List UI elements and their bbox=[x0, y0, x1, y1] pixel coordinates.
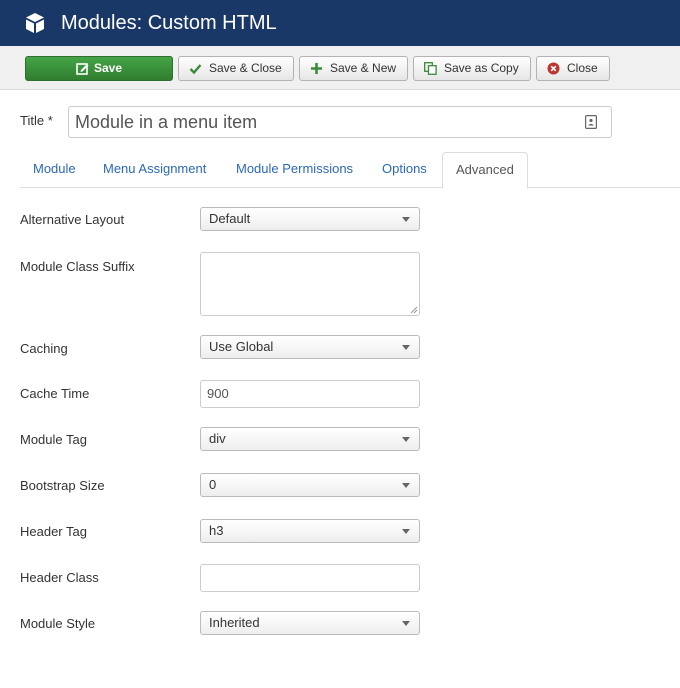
cache-time-label: Cache Time bbox=[20, 386, 90, 401]
title-input[interactable]: Module in a menu item bbox=[68, 106, 612, 138]
close-circle-icon bbox=[547, 62, 560, 75]
chevron-down-icon bbox=[402, 529, 410, 534]
tab-module-permissions[interactable]: Module Permissions bbox=[223, 152, 366, 188]
cube-icon bbox=[26, 13, 44, 33]
title-input-value: Module in a menu item bbox=[75, 112, 258, 132]
save-copy-button[interactable]: Save as Copy bbox=[413, 56, 531, 81]
bootstrap-size-label: Bootstrap Size bbox=[20, 478, 105, 493]
bootstrap-size-select[interactable]: 0 bbox=[200, 473, 420, 497]
save-new-button[interactable]: Save & New bbox=[299, 56, 408, 81]
module-tag-value: div bbox=[209, 431, 226, 446]
caching-select[interactable]: Use Global bbox=[200, 335, 420, 359]
class-suffix-label: Module Class Suffix bbox=[20, 259, 135, 274]
module-style-value: Inherited bbox=[209, 615, 260, 630]
page-title: Modules: Custom HTML bbox=[61, 12, 277, 34]
cache-time-value: 900 bbox=[207, 386, 229, 401]
copy-icon bbox=[424, 62, 437, 75]
header-tag-label: Header Tag bbox=[20, 524, 87, 539]
alt-layout-value: Default bbox=[209, 211, 251, 226]
save-close-button[interactable]: Save & Close bbox=[178, 56, 294, 81]
tab-menu-assignment[interactable]: Menu Assignment bbox=[90, 152, 219, 188]
cache-time-input[interactable]: 900 bbox=[200, 380, 420, 408]
save-copy-label: Save as Copy bbox=[444, 61, 519, 75]
tab-module[interactable]: Module bbox=[20, 152, 89, 188]
header-class-label: Header Class bbox=[20, 570, 99, 585]
title-label: Title * bbox=[20, 113, 53, 128]
chevron-down-icon bbox=[402, 345, 410, 350]
resize-grip-icon[interactable] bbox=[409, 305, 418, 314]
header-class-input[interactable] bbox=[200, 564, 420, 592]
module-tag-label: Module Tag bbox=[20, 432, 87, 447]
chevron-down-icon bbox=[402, 217, 410, 222]
alt-layout-select[interactable]: Default bbox=[200, 207, 420, 231]
plus-icon bbox=[311, 63, 322, 74]
edit-icon bbox=[76, 63, 89, 75]
module-style-label: Module Style bbox=[20, 616, 96, 631]
close-button[interactable]: Close bbox=[536, 56, 610, 81]
class-suffix-textarea[interactable] bbox=[200, 252, 420, 316]
module-tag-select[interactable]: div bbox=[200, 427, 420, 451]
chevron-down-icon bbox=[402, 437, 410, 442]
tab-advanced[interactable]: Advanced bbox=[442, 152, 528, 189]
save-close-label: Save & Close bbox=[209, 61, 282, 75]
contact-card-icon[interactable] bbox=[585, 115, 597, 129]
tab-options[interactable]: Options bbox=[369, 152, 440, 188]
page-header: Modules: Custom HTML bbox=[0, 0, 680, 46]
save-label: Save bbox=[94, 61, 123, 75]
save-button[interactable]: Save bbox=[25, 56, 173, 81]
close-label: Close bbox=[567, 61, 598, 75]
chevron-down-icon bbox=[402, 483, 410, 488]
save-new-label: Save & New bbox=[330, 61, 397, 75]
tab-bar: Module Menu Assignment Module Permission… bbox=[20, 152, 680, 189]
header-tag-select[interactable]: h3 bbox=[200, 519, 420, 543]
caching-value: Use Global bbox=[209, 339, 274, 354]
bootstrap-size-value: 0 bbox=[209, 477, 217, 492]
alt-layout-label: Alternative Layout bbox=[20, 212, 125, 227]
chevron-down-icon bbox=[402, 621, 410, 626]
caching-label: Caching bbox=[20, 341, 68, 356]
module-style-select[interactable]: Inherited bbox=[200, 611, 420, 635]
check-icon bbox=[189, 64, 202, 75]
header-tag-value: h3 bbox=[209, 523, 224, 538]
toolbar: Save Save & Close Save & New Save as Cop… bbox=[0, 46, 680, 90]
